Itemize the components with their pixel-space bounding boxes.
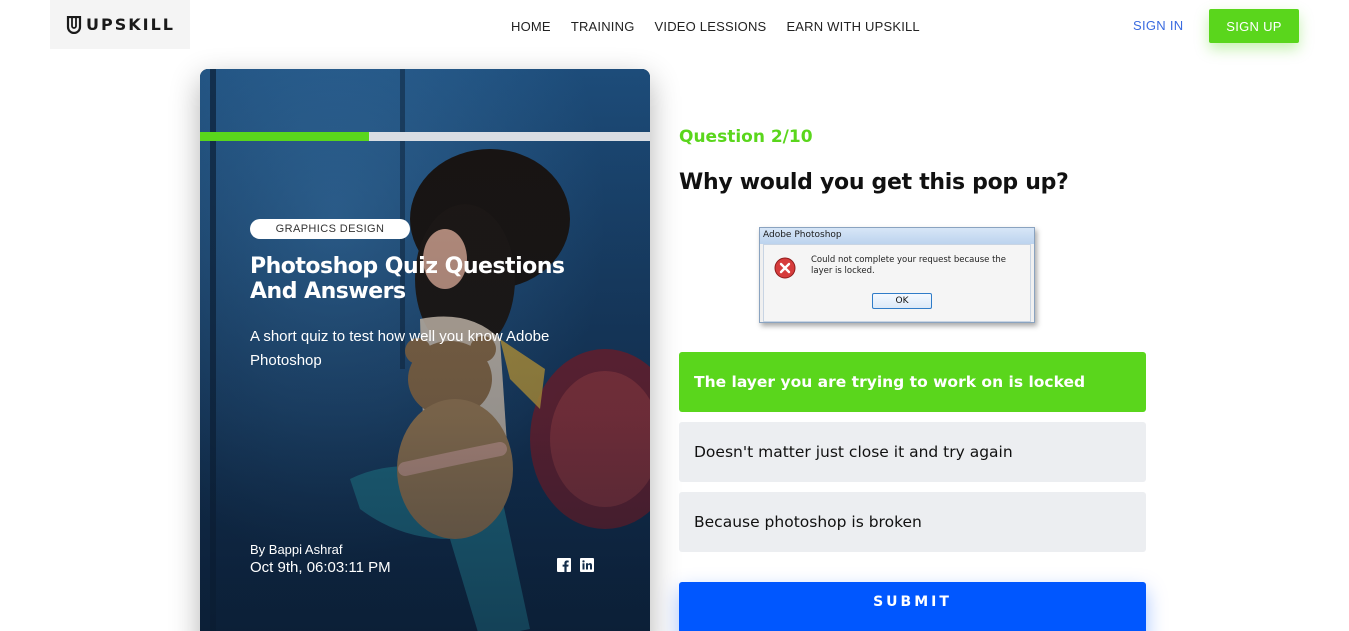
facebook-icon[interactable] bbox=[557, 558, 571, 572]
quiz-card: GRAPHICS DESIGN Photoshop Quiz Questions… bbox=[200, 69, 650, 631]
sign-in-link[interactable]: SIGN IN bbox=[1133, 18, 1184, 33]
nav-home[interactable]: HOME bbox=[511, 19, 551, 34]
dialog-title: Adobe Photoshop bbox=[760, 228, 1034, 244]
dialog-message: Could not complete your request because … bbox=[811, 255, 1007, 276]
quiz-author: By Bappi Ashraf bbox=[250, 542, 343, 557]
quiz-progress-bar bbox=[200, 132, 650, 141]
question-text: Why would you get this pop up? bbox=[679, 170, 1069, 195]
nav-training[interactable]: TRAINING bbox=[571, 19, 635, 34]
quiz-date: Oct 9th, 06:03:11 PM bbox=[250, 559, 391, 576]
linkedin-icon[interactable] bbox=[580, 558, 594, 572]
submit-button[interactable]: SUBMIT bbox=[679, 582, 1146, 631]
nav-earn[interactable]: EARN WITH UPSKILL bbox=[786, 19, 919, 34]
answer-option-2[interactable]: Doesn't matter just close it and try aga… bbox=[679, 422, 1146, 482]
question-counter: Question 2/10 bbox=[679, 127, 813, 147]
answer-option-1[interactable]: The layer you are trying to work on is l… bbox=[679, 352, 1146, 412]
dialog-ok-button: OK bbox=[872, 293, 932, 309]
main-nav: HOME TRAINING VIDEO LESSIONS EARN WITH U… bbox=[511, 19, 920, 34]
question-image-dialog: Adobe Photoshop Could not complete your … bbox=[759, 227, 1035, 323]
answer-option-3[interactable]: Because photoshop is broken bbox=[679, 492, 1146, 552]
logo-text: UPSKILL bbox=[86, 15, 175, 34]
sign-up-button[interactable]: SIGN UP bbox=[1209, 9, 1299, 43]
logo-icon bbox=[66, 15, 82, 34]
quiz-description: A short quiz to test how well you know A… bbox=[250, 328, 550, 369]
social-links bbox=[557, 558, 594, 572]
quiz-progress-fill bbox=[200, 132, 369, 141]
dialog-body: Could not complete your request because … bbox=[763, 244, 1031, 322]
category-badge: GRAPHICS DESIGN bbox=[250, 219, 410, 239]
nav-video-lessons[interactable]: VIDEO LESSIONS bbox=[655, 19, 767, 34]
logo[interactable]: UPSKILL bbox=[50, 0, 190, 49]
error-icon bbox=[774, 257, 796, 279]
quiz-title: Photoshop Quiz Questions And Answers bbox=[250, 254, 565, 304]
